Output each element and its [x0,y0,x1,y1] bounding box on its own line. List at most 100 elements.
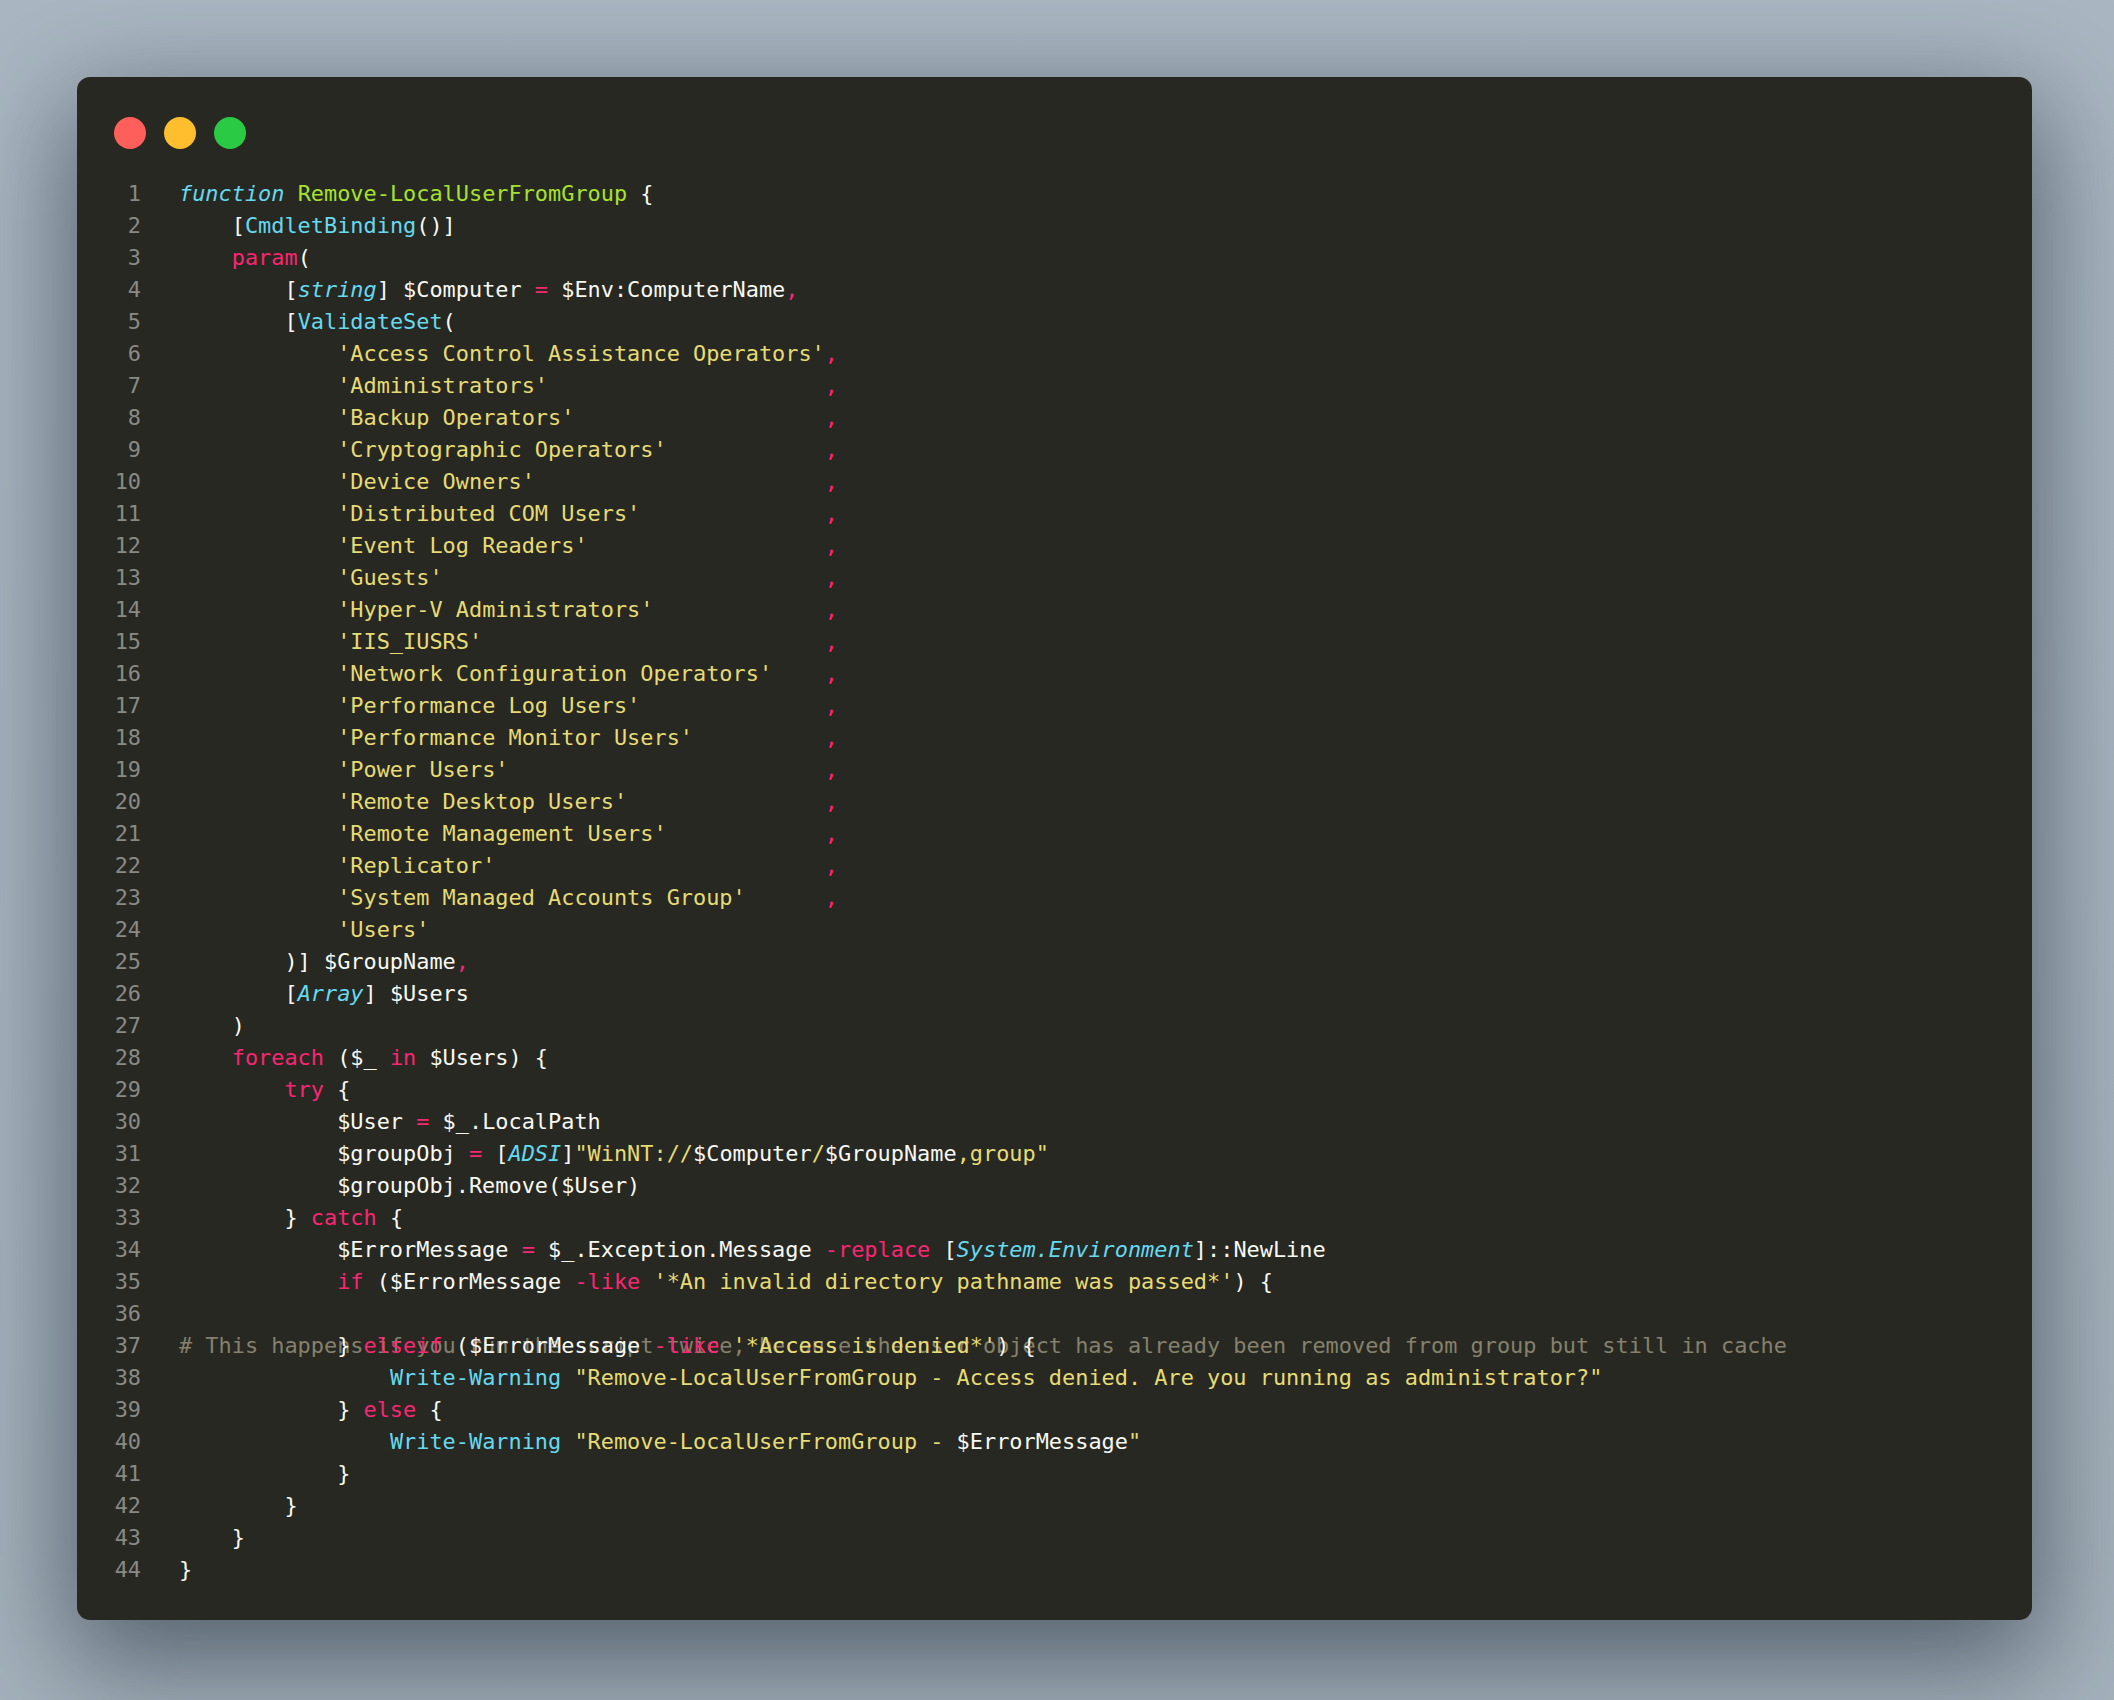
code-text: if ($ErrorMessage -like '*An invalid dir… [179,1266,1273,1298]
code-text: 'Power Users' , [179,754,838,786]
code-line-38: 38 Write-Warning "Remove-LocalUserFromGr… [77,1362,2032,1394]
code-line-41: 41 } [77,1458,2032,1490]
line-number: 20 [77,786,141,818]
line-number: 33 [77,1202,141,1234]
code-text: } elseif ($ErrorMessage -like '*Access i… [179,1330,1036,1362]
code-line-14: 14 'Hyper-V Administrators' , [77,594,2032,626]
code-line-31: 31 $groupObj = [ADSI]"WinNT://$Computer/… [77,1138,2032,1170]
code-line-9: 9 'Cryptographic Operators' , [77,434,2032,466]
code-line-32: 32 $groupObj.Remove($User) [77,1170,2032,1202]
code-text: [CmdletBinding()] [179,210,456,242]
line-number: 44 [77,1554,141,1586]
line-number: 36 [77,1298,141,1330]
code-line-43: 43 } [77,1522,2032,1554]
code-line-11: 11 'Distributed COM Users' , [77,498,2032,530]
code-text: 'Distributed COM Users' , [179,498,838,530]
code-line-29: 29 try { [77,1074,2032,1106]
code-line-42: 42 } [77,1490,2032,1522]
code-line-39: 39 } else { [77,1394,2032,1426]
line-number: 11 [77,498,141,530]
code-line-40: 40 Write-Warning "Remove-LocalUserFromGr… [77,1426,2032,1458]
code-line-22: 22 'Replicator' , [77,850,2032,882]
line-number: 15 [77,626,141,658]
code-line-7: 7 'Administrators' , [77,370,2032,402]
code-text: } [179,1458,350,1490]
code-line-44: 44} [77,1554,2032,1586]
line-number: 27 [77,1010,141,1042]
line-number: 2 [77,210,141,242]
code-line-15: 15 'IIS_IUSRS' , [77,626,2032,658]
code-text: 'System Managed Accounts Group' , [179,882,838,914]
code-line-37: 37# This happens if you run the script t… [77,1330,2032,1362]
code-line-16: 16 'Network Configuration Operators' , [77,658,2032,690]
line-number: 16 [77,658,141,690]
code-text: } else { [179,1394,443,1426]
code-line-18: 18 'Performance Monitor Users' , [77,722,2032,754]
line-number: 18 [77,722,141,754]
code-line-2: 2 [CmdletBinding()] [77,210,2032,242]
code-editor: 1function Remove-LocalUserFromGroup {2 [… [77,178,2032,1586]
line-number: 40 [77,1426,141,1458]
line-number: 32 [77,1170,141,1202]
line-number: 29 [77,1074,141,1106]
line-number: 3 [77,242,141,274]
line-number: 1 [77,178,141,210]
code-text: 'Administrators' , [179,370,838,402]
code-window: 1function Remove-LocalUserFromGroup {2 [… [77,77,2032,1620]
code-line-23: 23 'System Managed Accounts Group' , [77,882,2032,914]
code-text: 'Users' [179,914,429,946]
code-text: 'Replicator' , [179,850,838,882]
code-line-1: 1 function Remove-LocalUserFromGroup { [77,178,2032,210]
line-number: 14 [77,594,141,626]
code-text: 'Cryptographic Operators' , [179,434,838,466]
code-text: 'Network Configuration Operators' , [179,658,838,690]
line-number: 23 [77,882,141,914]
code-text: 'Performance Log Users' , [179,690,838,722]
code-line-36: 36 [77,1298,2032,1330]
code-line-33: 33 } catch { [77,1202,2032,1234]
code-line-13: 13 'Guests' , [77,562,2032,594]
code-line-24: 24 'Users' [77,914,2032,946]
line-number: 6 [77,338,141,370]
minimize-button[interactable] [164,117,196,149]
line-number: 37 [77,1330,141,1362]
code-line-27: 27 ) [77,1010,2032,1042]
code-line-3: 3 param( [77,242,2032,274]
code-text: 'Device Owners' , [179,466,838,498]
zoom-button[interactable] [214,117,246,149]
code-line-30: 30 $User = $_.LocalPath [77,1106,2032,1138]
code-text: Write-Warning "Remove-LocalUserFromGroup… [179,1426,1141,1458]
code-line-34: 34 $ErrorMessage = $_.Exception.Message … [77,1234,2032,1266]
code-line-19: 19 'Power Users' , [77,754,2032,786]
line-number: 12 [77,530,141,562]
code-line-12: 12 'Event Log Readers' , [77,530,2032,562]
line-number: 43 [77,1522,141,1554]
code-text: function Remove-LocalUserFromGroup { [179,178,653,210]
code-line-5: 5 [ValidateSet( [77,306,2032,338]
code-text: 'IIS_IUSRS' , [179,626,838,658]
code-text: [string] $Computer = $Env:ComputerName, [179,274,798,306]
close-button[interactable] [114,117,146,149]
line-number: 30 [77,1106,141,1138]
code-text: try { [179,1074,350,1106]
line-number: 25 [77,946,141,978]
line-number: 9 [77,434,141,466]
code-text: } catch { [179,1202,403,1234]
code-text: ) [179,1010,245,1042]
code-text: $groupObj.Remove($User) [179,1170,640,1202]
line-number: 17 [77,690,141,722]
line-number: 10 [77,466,141,498]
line-number: 24 [77,914,141,946]
code-text: $groupObj = [ADSI]"WinNT://$Computer/$Gr… [179,1138,1049,1170]
code-line-10: 10 'Device Owners' , [77,466,2032,498]
line-number: 22 [77,850,141,882]
code-text: )] $GroupName, [179,946,469,978]
titlebar [114,117,246,149]
code-text: 'Performance Monitor Users' , [179,722,838,754]
code-text: Write-Warning "Remove-LocalUserFromGroup… [179,1362,1602,1394]
code-line-4: 4 [string] $Computer = $Env:ComputerName… [77,274,2032,306]
line-number: 28 [77,1042,141,1074]
line-number: 38 [77,1362,141,1394]
code-line-8: 8 'Backup Operators' , [77,402,2032,434]
line-number: 7 [77,370,141,402]
